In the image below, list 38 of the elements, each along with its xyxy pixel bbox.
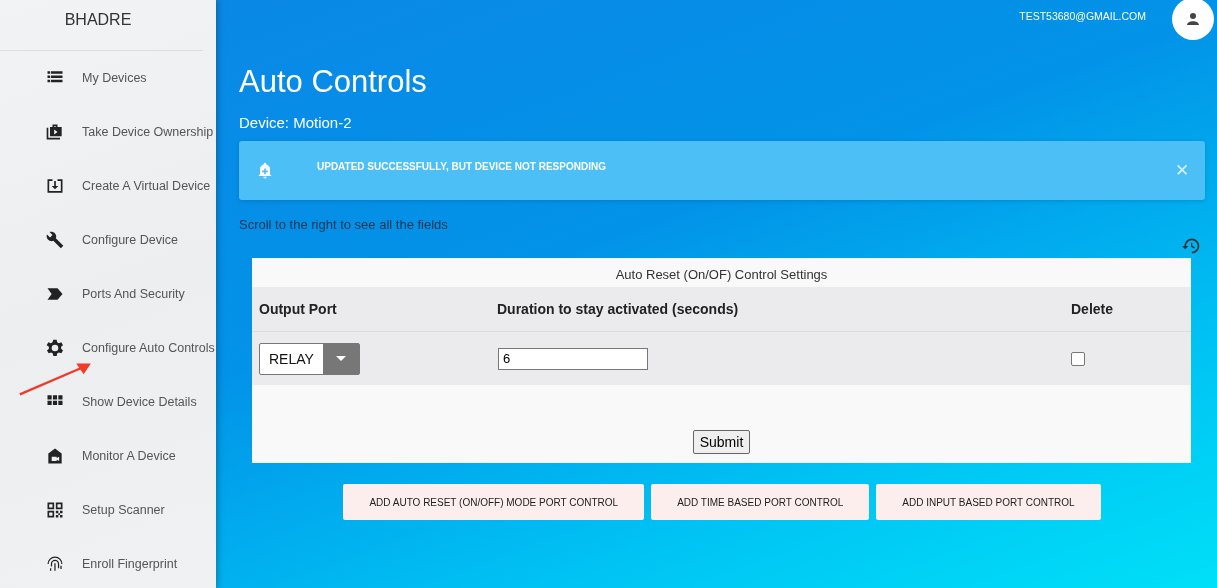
briefcase-icon: [45, 122, 65, 142]
add-control-button[interactable]: ADD INPUT BASED PORT CONTROL: [876, 484, 1101, 520]
avatar-button[interactable]: [1172, 0, 1214, 40]
submit-button[interactable]: Submit: [692, 430, 751, 454]
qr-code-icon: [45, 500, 65, 520]
sidebar-item[interactable]: My Devices: [0, 51, 216, 105]
sidebar-item[interactable]: Show Device Details: [0, 375, 216, 429]
sidebar-item[interactable]: Take Device Ownership: [0, 105, 216, 159]
sidebar-item[interactable]: Monitor A Device: [0, 429, 216, 483]
download-box-icon: [45, 176, 65, 196]
page-title: Auto Controls: [239, 64, 428, 100]
alert-message: UPDATED SUCCESSFULLY, BUT DEVICE NOT RESPONDING: [317, 161, 607, 172]
add-control-button[interactable]: ADD AUTO RESET (ON/OFF) MODE PORT CONTROL: [343, 484, 645, 520]
add-control-button[interactable]: ADD TIME BASED PORT CONTROL: [651, 484, 870, 520]
sidebar-item[interactable]: Ports And Security: [0, 267, 216, 321]
table-title: Auto Reset (On/OF) Control Settings: [614, 266, 829, 284]
sidebar-item[interactable]: Setup Scanner: [0, 483, 216, 537]
caret-icon: [335, 355, 346, 362]
duration-input[interactable]: 6: [498, 347, 648, 370]
gear-icon: [45, 338, 65, 358]
person-icon: [1184, 10, 1202, 28]
brand-name: BHADRE: [63, 10, 133, 30]
column-header: Duration to stay activated (seconds): [497, 301, 740, 317]
device-label: Device: Motion-2: [239, 114, 353, 131]
user-email: TEST53680@GMAIL.COM: [1019, 10, 1146, 22]
column-header: Delete: [1071, 301, 1115, 317]
home-camera-icon: [45, 446, 65, 466]
hint-text: Scroll to the right to see all the fields: [239, 217, 449, 232]
history-icon[interactable]: [1181, 236, 1201, 256]
delete-checkbox[interactable]: [1071, 351, 1085, 366]
sidebar-item[interactable]: Create A Virtual Device: [0, 159, 216, 213]
sidebar-item[interactable]: Configure Device: [0, 213, 216, 267]
wrench-icon: [45, 230, 65, 250]
fingerprint-icon: [45, 554, 65, 574]
sidebar-item[interactable]: Configure Auto Controls: [0, 321, 216, 375]
port-dropdown[interactable]: RELAY: [259, 342, 360, 375]
column-header: Output Port: [259, 301, 338, 317]
sidebar-item[interactable]: Enroll Fingerprint: [0, 537, 216, 588]
